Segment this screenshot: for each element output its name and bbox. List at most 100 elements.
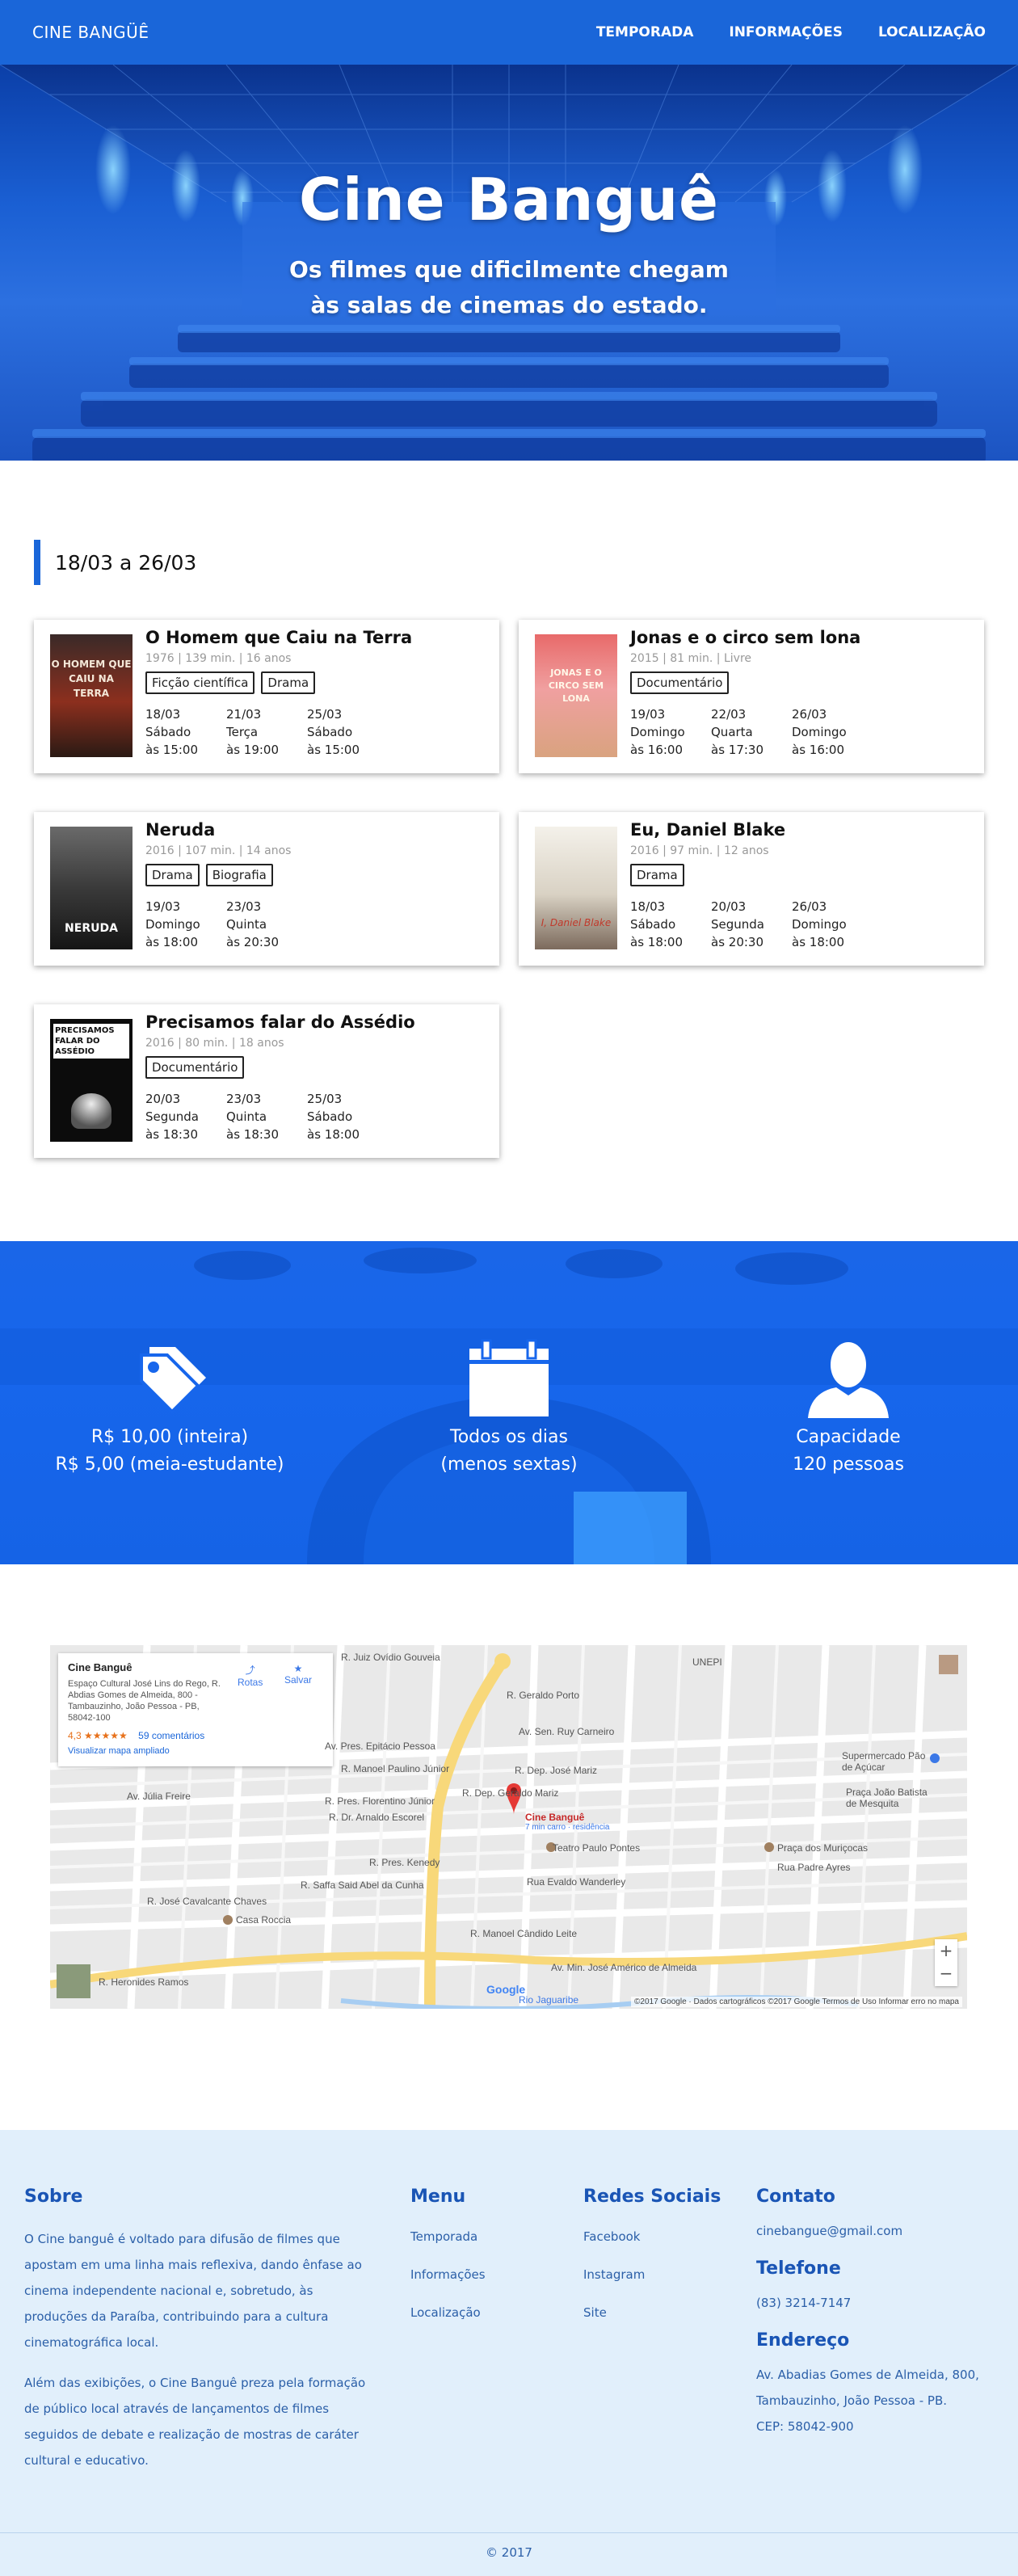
session-time: às 18:00 — [145, 935, 199, 949]
film-card[interactable]: PRECISAMOS FALAR DO ASSÉDIO Precisamos f… — [34, 1004, 499, 1158]
footer-link-site[interactable]: Site — [583, 2294, 745, 2332]
hero-subtitle: Os filmes que dificilmente chegam às sal… — [0, 252, 1018, 323]
genre-tag: Drama — [145, 864, 200, 886]
map-attribution[interactable]: ©2017 Google · Dados cartográficos ©2017… — [631, 1997, 962, 2007]
contact-email[interactable]: cinebangue@gmail.com — [756, 2218, 999, 2244]
map-street-label: Av. Sen. Ruy Carneiro — [519, 1726, 615, 1737]
poster-title-text: I, Daniel Blake — [541, 917, 612, 928]
session-day: Domingo — [792, 917, 847, 932]
reviews-link[interactable]: 59 comentários — [138, 1730, 204, 1741]
genre-tag: Documentário — [630, 671, 730, 694]
session-day: Quinta — [226, 917, 267, 932]
social-heading: Redes Sociais — [583, 2187, 721, 2207]
session-time: às 15:00 — [145, 743, 199, 757]
footer-link-localizacao[interactable]: Localização — [410, 2294, 556, 2332]
session-date: 23/03 — [226, 899, 262, 914]
brand-logo[interactable]: CINE BANGÜÊ — [32, 23, 149, 42]
film-meta: 1976 | 139 min. | 16 anos — [145, 652, 292, 665]
larger-map-link[interactable]: Visualizar mapa ampliado — [68, 1746, 323, 1756]
hero-subtitle-line-2: às salas de cinemas do estado. — [310, 292, 708, 318]
session-time: às 20:30 — [226, 935, 280, 949]
nav-link-temporada[interactable]: TEMPORADA — [596, 24, 694, 40]
nav-link-informacoes[interactable]: INFORMAÇÕES — [729, 24, 843, 40]
film-meta: 2016 | 107 min. | 14 anos — [145, 844, 292, 857]
map-street-label: R. Dr. Arnaldo Escorel — [329, 1812, 425, 1823]
session-date: 20/03 — [145, 1092, 181, 1106]
map-marker-label[interactable]: Cine Banguê — [525, 1812, 584, 1823]
session-day: Sábado — [630, 917, 676, 932]
film-poster: O HOMEM QUE CAIU NA TERRA — [50, 634, 133, 757]
session: 26/03 Domingo às 18:00 — [792, 898, 873, 951]
film-sessions: 19/03 Domingo às 18:00 23/03 Quinta às 2… — [145, 898, 307, 951]
session: 25/03 Sábado às 18:00 — [307, 1090, 388, 1143]
zoom-in-button[interactable]: + — [935, 1939, 957, 1962]
nav-link-localizacao[interactable]: LOCALIZAÇÃO — [878, 24, 986, 40]
info-days: Todos os dias (menos sextas) — [339, 1335, 679, 1479]
session-date: 18/03 — [145, 707, 181, 722]
phone-heading: Telefone — [756, 2258, 841, 2279]
session-time: às 17:30 — [711, 743, 764, 757]
session: 18/03 Sábado às 15:00 — [145, 705, 226, 759]
menu-links: Temporada Informações Localização — [410, 2218, 556, 2332]
location-map[interactable]: Cine Banguê Espaço Cultural José Lins do… — [50, 1645, 967, 2009]
session-date: 20/03 — [711, 899, 747, 914]
session-day: Segunda — [145, 1109, 199, 1124]
film-card[interactable]: I, Daniel Blake Eu, Daniel Blake 2016 | … — [519, 812, 984, 966]
contact-phone: (83) 3214-7147 — [756, 2296, 852, 2310]
session-date: 22/03 — [711, 707, 747, 722]
session-day: Segunda — [711, 917, 764, 932]
map-street-label: Av. Pres. Epitácio Pessoa — [325, 1740, 435, 1752]
session-date: 21/03 — [226, 707, 262, 722]
genre-tag: Biografia — [205, 864, 273, 886]
place-address: Espaço Cultural José Lins do Rego, R. Ab… — [68, 1679, 221, 1723]
session: 25/03 Sábado às 15:00 — [307, 705, 388, 759]
session-date: 19/03 — [145, 899, 181, 914]
film-title: Neruda — [145, 820, 216, 840]
genre-tag: Ficção científica — [145, 671, 255, 694]
capacity-label: Capacidade — [796, 1427, 901, 1447]
price-tags-icon — [140, 1347, 206, 1414]
film-tags: Documentário — [145, 1056, 245, 1079]
film-meta: 2016 | 80 min. | 18 anos — [145, 1037, 284, 1050]
map-street-label: R. Manoel Cândido Leite — [470, 1928, 578, 1939]
directions-button[interactable]: ⤴ Rotas — [238, 1663, 263, 1688]
film-card[interactable]: NERUDA Neruda 2016 | 107 min. | 14 anos … — [34, 812, 499, 966]
film-card[interactable]: O HOMEM QUE CAIU NA TERRA O Homem que Ca… — [34, 620, 499, 773]
menu-heading: Menu — [410, 2187, 466, 2207]
footer-link-informacoes[interactable]: Informações — [410, 2256, 556, 2294]
session-time: às 18:00 — [792, 935, 845, 949]
session-time: às 18:00 — [307, 1127, 360, 1142]
map-place-label: Praça João Batista de Mesquita — [846, 1787, 928, 1809]
map-street-label: R. Manoel Paulino Júnior — [341, 1763, 450, 1774]
film-poster: PRECISAMOS FALAR DO ASSÉDIO — [50, 1019, 133, 1142]
map-street-label: UNEPI — [692, 1656, 722, 1668]
place-info-card: Cine Banguê Espaço Cultural José Lins do… — [58, 1653, 333, 1766]
price-half: R$ 5,00 (meia-estudante) — [55, 1454, 284, 1475]
place-rating: 4,3 ★★★★★ 59 comentários — [68, 1730, 323, 1741]
google-logo: Google — [486, 1983, 526, 1996]
map-place-label: Praça dos Muriçocas — [777, 1842, 869, 1854]
session-date: 23/03 — [226, 1092, 262, 1106]
price-full: R$ 10,00 (inteira) — [90, 1427, 249, 1447]
session-time: às 20:30 — [711, 935, 764, 949]
map-street-label: Av. Júlia Freire — [127, 1791, 191, 1802]
top-navbar: CINE BANGÜÊ TEMPORADA INFORMAÇÕES LOCALI… — [0, 0, 1018, 65]
days-line-1: Todos os dias — [450, 1427, 568, 1447]
footer-link-facebook[interactable]: Facebook — [583, 2218, 745, 2256]
session-date: 26/03 — [792, 899, 827, 914]
info-price: R$ 10,00 (inteira) R$ 5,00 (meia-estudan… — [0, 1335, 339, 1479]
footer-link-temporada[interactable]: Temporada — [410, 2218, 556, 2256]
session: 18/03 Sábado às 18:00 — [630, 898, 711, 951]
session: 19/03 Domingo às 16:00 — [630, 705, 711, 759]
zoom-out-button[interactable]: − — [935, 1962, 957, 1985]
genre-tag: Drama — [261, 671, 316, 694]
film-card[interactable]: JONAS E O CIRCO SEM LONA Jonas e o circo… — [519, 620, 984, 773]
film-title: O Homem que Caiu na Terra — [145, 628, 413, 647]
genre-tag: Documentário — [145, 1056, 245, 1079]
footer-link-instagram[interactable]: Instagram — [583, 2256, 745, 2294]
session-day: Quinta — [226, 1109, 267, 1124]
session-time: às 18:30 — [145, 1127, 199, 1142]
poster-title-text: PRECISAMOS FALAR DO ASSÉDIO — [53, 1024, 129, 1059]
poster-figure — [71, 1093, 111, 1129]
save-place-button[interactable]: ★ Salvar — [284, 1663, 312, 1686]
